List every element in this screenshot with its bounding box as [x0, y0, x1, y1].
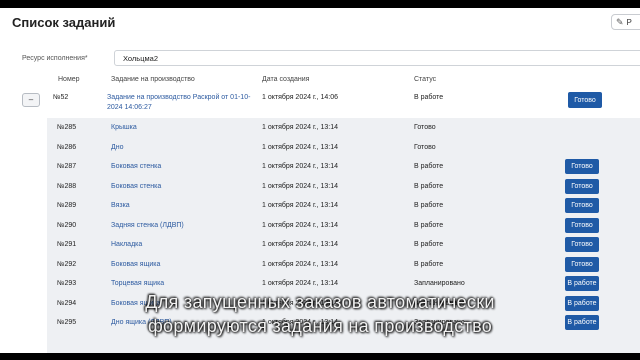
row-action-button[interactable]: Готово	[565, 237, 599, 252]
row-task-link[interactable]: Накладка	[111, 241, 142, 248]
row-created: 1 октября 2024 г., 13:14	[262, 202, 338, 209]
table-row: №293 Торцевая ящика 1 октября 2024 г., 13:…	[47, 274, 640, 294]
resource-label: Ресурс исполнения*	[22, 55, 88, 62]
row-status: В работе	[414, 241, 444, 248]
column-header-created: Дата создания	[262, 76, 310, 83]
row-task-link[interactable]: Вязка	[111, 202, 130, 209]
subtitle-line-2: формируются задания на производство	[147, 316, 493, 336]
row-number: №286	[57, 143, 77, 151]
row-task-link[interactable]: Боковая стенка	[111, 163, 161, 170]
row-action-button[interactable]: Готово	[565, 256, 599, 272]
table-row: №288 Боковая стенка 1 октября 2024 г., 13:…	[47, 177, 640, 197]
main-row-created: 1 октября 2024 г., 14:06	[262, 94, 338, 101]
column-header-task: Задание на производство	[111, 76, 195, 83]
row-status: В работе	[414, 163, 444, 170]
main-row-action-button[interactable]: Готово	[568, 92, 602, 108]
row-status: Запланировано	[414, 280, 465, 287]
edit-button-label: Р	[626, 17, 632, 27]
row-task-link[interactable]: Боковая ящика	[111, 261, 160, 268]
row-number: №292	[57, 260, 77, 268]
row-number: №288	[57, 182, 77, 190]
row-status: В работе	[414, 182, 444, 190]
row-task-link[interactable]: Торцевая ящика	[111, 280, 164, 287]
row-created: 1 октября 2024 г., 13:14	[262, 163, 338, 170]
row-status: Готово	[414, 143, 436, 151]
main-row-status: В работе	[414, 94, 444, 101]
row-action-button[interactable]: Готово	[565, 217, 599, 233]
row-created: 1 октября 2024 г., 13:14	[262, 280, 338, 287]
column-header-status: Статус	[414, 76, 437, 83]
column-header-number: Номер	[58, 76, 80, 83]
table-row: №285 Крышка 1 октября 2024 г., 13:14 Готово	[47, 118, 640, 138]
row-number: №287	[57, 163, 77, 170]
table-row: №289 Вязка 1 октября 2024 г., 13:14 В работ…	[47, 196, 640, 216]
row-created: 1 октября 2024 г., 13:14	[262, 143, 338, 151]
row-number: №290	[57, 221, 77, 229]
row-created: 1 октября 2024 г., 13:14	[262, 124, 338, 131]
row-status: В работе	[414, 221, 444, 229]
table-row: №291 Накладка 1 октября 2024 г., 13:14 В ра…	[47, 235, 640, 255]
row-action-button[interactable]: В работе	[565, 276, 599, 291]
row-action-button[interactable]: Готово	[565, 178, 599, 194]
row-action-button[interactable]: Готово	[565, 159, 599, 174]
collapse-toggle-button[interactable]: –	[22, 93, 40, 107]
row-created: 1 октября 2024 г., 13:14	[262, 241, 338, 248]
page-title: Список заданий	[12, 15, 116, 30]
row-status: В работе	[414, 260, 444, 268]
row-number: №291	[57, 241, 77, 248]
row-task-link[interactable]: Крышка	[111, 124, 137, 131]
table-row: №287 Боковая стенка 1 октября 2024 г., 13:…	[47, 157, 640, 177]
row-task-link[interactable]: Дно	[111, 144, 124, 151]
pencil-icon: ✎	[616, 16, 624, 27]
row-status: Готово	[414, 124, 436, 131]
row-created: 1 октября 2024 г., 13:14	[262, 260, 338, 268]
table-row: №290 Задняя стенка (ЛДВП) 1 октября 2024 г…	[47, 216, 640, 236]
row-task-link[interactable]: Задняя стенка (ЛДВП)	[111, 222, 184, 229]
main-row-task-link[interactable]: Задание на производство Раскрой от 01-10…	[107, 93, 252, 112]
row-number: №285	[57, 124, 77, 131]
row-created: 1 октября 2024 г., 13:14	[262, 221, 338, 229]
row-action-button[interactable]: Готово	[565, 198, 599, 213]
row-number: №289	[57, 202, 77, 209]
row-task-link[interactable]: Боковая стенка	[111, 183, 161, 190]
table-row: №286 Дно 1 октября 2024 г., 13:14 Готово	[47, 138, 640, 158]
row-status: В работе	[414, 202, 444, 209]
resource-select[interactable]: Хольцма2	[114, 50, 640, 66]
edit-button[interactable]: ✎ Р	[611, 14, 640, 30]
row-created: 1 октября 2024 г., 13:14	[262, 182, 338, 190]
table-row: №292 Боковая ящика 1 октября 2024 г., 13:1…	[47, 255, 640, 275]
subtitle-line-1: Для запущенных заказов автоматически	[145, 292, 495, 312]
main-row-number: №52	[53, 94, 69, 101]
row-number: №293	[57, 280, 77, 287]
